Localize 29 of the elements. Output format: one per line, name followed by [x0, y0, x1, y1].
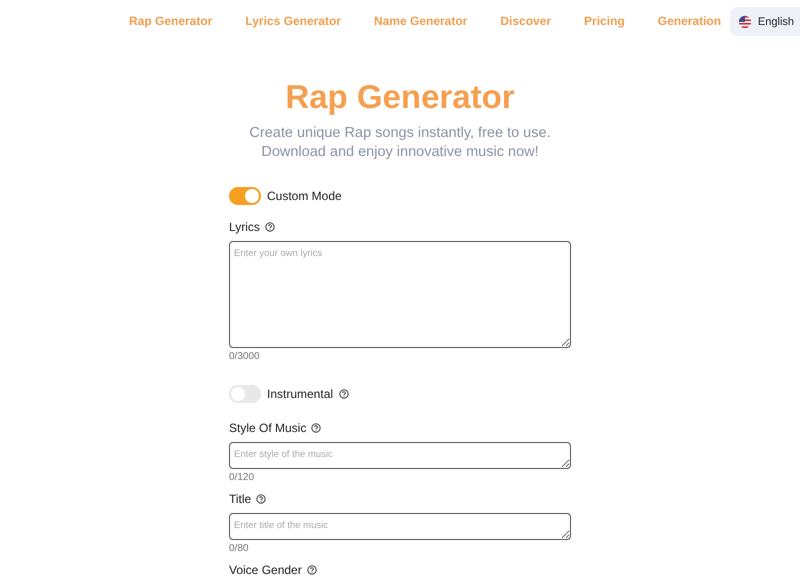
language-button[interactable]: English [730, 7, 800, 36]
character-counter: 0/120 [229, 472, 256, 484]
help-icon[interactable] [306, 565, 317, 575]
flag-icon [738, 14, 752, 28]
input-field[interactable]: Enter your own lyrics [229, 241, 571, 348]
character-counter: 0/80 [229, 543, 250, 555]
nav-link[interactable]: Lyrics Generator [245, 14, 341, 28]
toggle-switch[interactable] [229, 187, 261, 205]
subtitle-text: Download and enjoy innovative music now! [261, 143, 539, 162]
input-field[interactable]: Enter style of the music [229, 442, 571, 469]
nav-link[interactable]: Rap Generator [129, 14, 212, 28]
help-icon[interactable] [256, 494, 266, 504]
help-icon[interactable] [264, 222, 275, 232]
help-icon[interactable] [311, 423, 322, 433]
toggle-label: Custom Mode [267, 189, 342, 203]
page-title: Rap Generator [285, 78, 515, 116]
field-label: Title [229, 492, 252, 506]
field-label: Voice Gender [229, 563, 302, 576]
nav-link[interactable]: Pricing [584, 14, 625, 28]
nav-link[interactable]: Discover [500, 14, 552, 28]
character-counter: 0/3000 [229, 351, 261, 363]
field-label: Style Of Music [229, 421, 306, 435]
input-field[interactable]: Enter title of the music [229, 513, 571, 540]
help-icon[interactable] [339, 389, 350, 399]
nav-link[interactable]: Name Generator [374, 14, 468, 28]
toggle-label: Instrumental [267, 387, 334, 401]
subtitle-text: Create unique Rap songs instantly, free to use. [249, 124, 551, 143]
field-label: Lyrics [229, 220, 260, 234]
nav-link[interactable]: Generation [658, 14, 722, 28]
